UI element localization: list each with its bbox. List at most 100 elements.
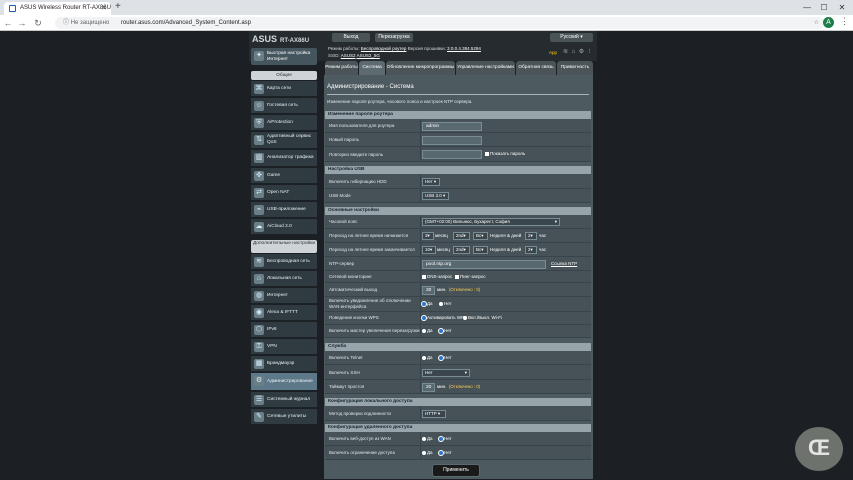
- wifi-status-icon[interactable]: ≋: [562, 49, 569, 56]
- guest-icon: ☺: [254, 101, 264, 111]
- sidebar-item-vpn[interactable]: ⚿ VPN: [251, 339, 317, 355]
- back-icon[interactable]: ←: [2, 15, 14, 31]
- weekday-label-end: Неделя & дней: [490, 247, 522, 252]
- telnet-no-radio[interactable]: Нет: [439, 355, 452, 361]
- sidebar-item-qos[interactable]: ⇅ Адаптивный сервис QoS: [251, 132, 317, 149]
- wps-activate-radio[interactable]: Активировать WPS: [422, 315, 467, 321]
- hdd-select[interactable]: Нет ▾: [422, 178, 440, 186]
- wan-access-yes-radio[interactable]: Да: [422, 436, 433, 442]
- info-icon[interactable]: ⓘ: [63, 20, 69, 26]
- ping-checkbox[interactable]: Пинг-запрос: [455, 274, 486, 280]
- sidebar-item-firewall[interactable]: ▦ Брандмауэр: [251, 356, 317, 372]
- sidebar-item-wireless[interactable]: ≋ Беспроводная сеть: [251, 254, 317, 270]
- access-limit-yes-radio[interactable]: Да: [422, 450, 433, 456]
- row-timezone: Часовой пояс (GMT+02:00) Вильнюс, Бухаре…: [325, 215, 591, 229]
- tab-operation-mode[interactable]: Режим работы: [325, 61, 358, 75]
- sidebar-item-network-tools[interactable]: ✎ Сетевые утилиты: [251, 409, 317, 425]
- ssid-5g-link[interactable]: ASUS2_5G: [357, 53, 380, 58]
- sidebar-item-game[interactable]: ✜ Game: [251, 168, 317, 184]
- hdd-label: Включить гибернацию HDD: [329, 179, 387, 184]
- sidebar-item-usb-app[interactable]: ⌁ USB-приложение: [251, 202, 317, 218]
- username-input[interactable]: admin: [422, 122, 482, 131]
- sidebar-item-alexa[interactable]: ◉ Alexa & IFTTT: [251, 305, 317, 321]
- row-dst-end: Переход на летнее время заканчивается 10…: [325, 243, 591, 257]
- bookmark-star-icon[interactable]: ☆: [814, 17, 819, 29]
- maximize-icon[interactable]: ☐: [817, 1, 831, 14]
- dst-end-hour-select[interactable]: 2▾: [525, 246, 537, 254]
- ntp-link[interactable]: Ссылка NTP: [551, 261, 577, 267]
- minimize-icon[interactable]: —: [800, 1, 814, 14]
- dns-checkbox[interactable]: DNS-запрос: [422, 274, 452, 280]
- usb-status-icon[interactable]: ⚙: [578, 49, 585, 56]
- sidebar-item-open-nat[interactable]: ⇄ Open NAT: [251, 185, 317, 201]
- browser-tab[interactable]: ASUS Wireless Router RT-AX86U ✕: [4, 2, 111, 15]
- new-password-label: Новый пароль: [329, 137, 359, 142]
- sidebar-item-network-map[interactable]: ⌘ Карта сети: [251, 81, 317, 97]
- title-divider: [327, 94, 589, 95]
- language-select[interactable]: Русский ▾: [550, 33, 593, 42]
- timezone-select[interactable]: (GMT+02:00) Вильнюс, Бухарест, София ▾: [422, 218, 560, 226]
- usb-mode-select[interactable]: USB 3.0 ▾: [422, 192, 449, 200]
- sidebar-item-guest-network[interactable]: ☺ Гостевая сеть: [251, 98, 317, 114]
- tab-restore-settings[interactable]: Управление настройками: [456, 61, 515, 75]
- apply-button[interactable]: Применить: [432, 464, 480, 477]
- access-limit-no-radio[interactable]: Нет: [439, 450, 452, 456]
- op-mode-link[interactable]: Беспроводной роутер: [361, 46, 407, 51]
- wps-wifi-toggle-radio[interactable]: Вкл./Выкл. Wi-Fi: [463, 315, 502, 321]
- show-password-checkbox[interactable]: Показать пароль: [485, 151, 525, 157]
- reboot-button[interactable]: Перезагрузка: [375, 33, 413, 42]
- telnet-yes-radio[interactable]: Да: [422, 355, 433, 361]
- sidebar-item-administration[interactable]: ⚙ Администрирование: [251, 373, 317, 391]
- reboot-no-radio[interactable]: Нет: [439, 328, 452, 334]
- wan-notify-no-radio[interactable]: Нет: [439, 301, 452, 307]
- ntp-input[interactable]: pool.ntp.org: [422, 260, 546, 269]
- wan-access-no-radio[interactable]: Нет: [439, 436, 452, 442]
- ssh-select[interactable]: Нет ▾: [422, 369, 470, 377]
- tab-privacy[interactable]: Приватность: [557, 61, 593, 75]
- close-tab-icon[interactable]: ✕: [101, 4, 107, 12]
- dst-start-month-select[interactable]: 3▾: [422, 232, 434, 240]
- close-window-icon[interactable]: ✕: [835, 1, 849, 14]
- reload-icon[interactable]: ↻: [32, 15, 44, 31]
- reboot-yes-radio[interactable]: Да: [422, 328, 433, 334]
- new-password-input[interactable]: [422, 136, 482, 145]
- dst-end-month-select[interactable]: 10▾: [422, 246, 436, 254]
- sidebar-item-aicloud[interactable]: ☁ AiCloud 2.0: [251, 219, 317, 235]
- idle-unit: мин.: [437, 384, 447, 389]
- sidebar-item-internet[interactable]: ◍ Интернет: [251, 288, 317, 304]
- sidebar-item-traffic-analyzer[interactable]: ▥ Анализатор трафика: [251, 150, 317, 167]
- dst-end-week-select[interactable]: 2nd▾: [453, 246, 470, 254]
- browser-menu-icon[interactable]: ⋮: [840, 16, 849, 30]
- firmware-link[interactable]: 3.0.0.4.384.5294: [447, 46, 481, 51]
- logout-button[interactable]: Выход: [332, 33, 370, 42]
- forward-icon[interactable]: →: [16, 15, 28, 31]
- ssid-24-link[interactable]: ASUS2: [341, 53, 356, 58]
- quick-internet-setup[interactable]: ✦ Быстрая настройка Интернет: [251, 48, 317, 65]
- row-ntp: NTP-сервер pool.ntp.org Ссылка NTP: [325, 257, 591, 271]
- url-input[interactable]: ⓘ Не защищено router.asus.com/Advanced_S…: [55, 17, 825, 29]
- sidebar-item-aiprotection[interactable]: ⛨ AiProtection: [251, 115, 317, 131]
- auth-method-select[interactable]: HTTP ▾: [422, 410, 446, 418]
- repeat-password-input[interactable]: [422, 150, 482, 159]
- profile-avatar[interactable]: A: [823, 17, 834, 28]
- app-label[interactable]: App: [549, 49, 561, 56]
- sidebar-item-system-log[interactable]: ☰ Системный журнал: [251, 392, 317, 408]
- new-tab-icon[interactable]: +: [115, 2, 125, 13]
- dst-start-day-select[interactable]: Вс▾: [473, 232, 488, 240]
- auto-logout-input[interactable]: 30: [422, 286, 435, 295]
- tab-feedback[interactable]: Обратная связь: [516, 61, 556, 75]
- sidebar-item-ipv6[interactable]: ⬡ IPv6: [251, 322, 317, 338]
- signal-status-icon[interactable]: ⁝: [586, 49, 593, 56]
- internet-status-icon[interactable]: ⌂: [570, 49, 577, 56]
- alexa-icon: ◉: [254, 308, 264, 318]
- idle-timeout-input[interactable]: 20: [422, 383, 435, 392]
- dst-start-week-select[interactable]: 2nd▾: [453, 232, 470, 240]
- dst-end-day-select[interactable]: Вс▾: [473, 246, 488, 254]
- wan-notify-yes-radio[interactable]: Да: [422, 301, 433, 307]
- dst-start-hour-select[interactable]: 2▾: [525, 232, 537, 240]
- tab-system[interactable]: Система: [359, 61, 385, 75]
- sidebar-item-lan[interactable]: ⌂ Локальная сеть: [251, 271, 317, 287]
- row-wps: Поведение кнопки WPS Активировать WPS Вк…: [325, 312, 591, 325]
- tab-firmware-upgrade[interactable]: Обновление микропрограммы: [386, 61, 455, 75]
- gamepad-icon: ✜: [254, 171, 264, 181]
